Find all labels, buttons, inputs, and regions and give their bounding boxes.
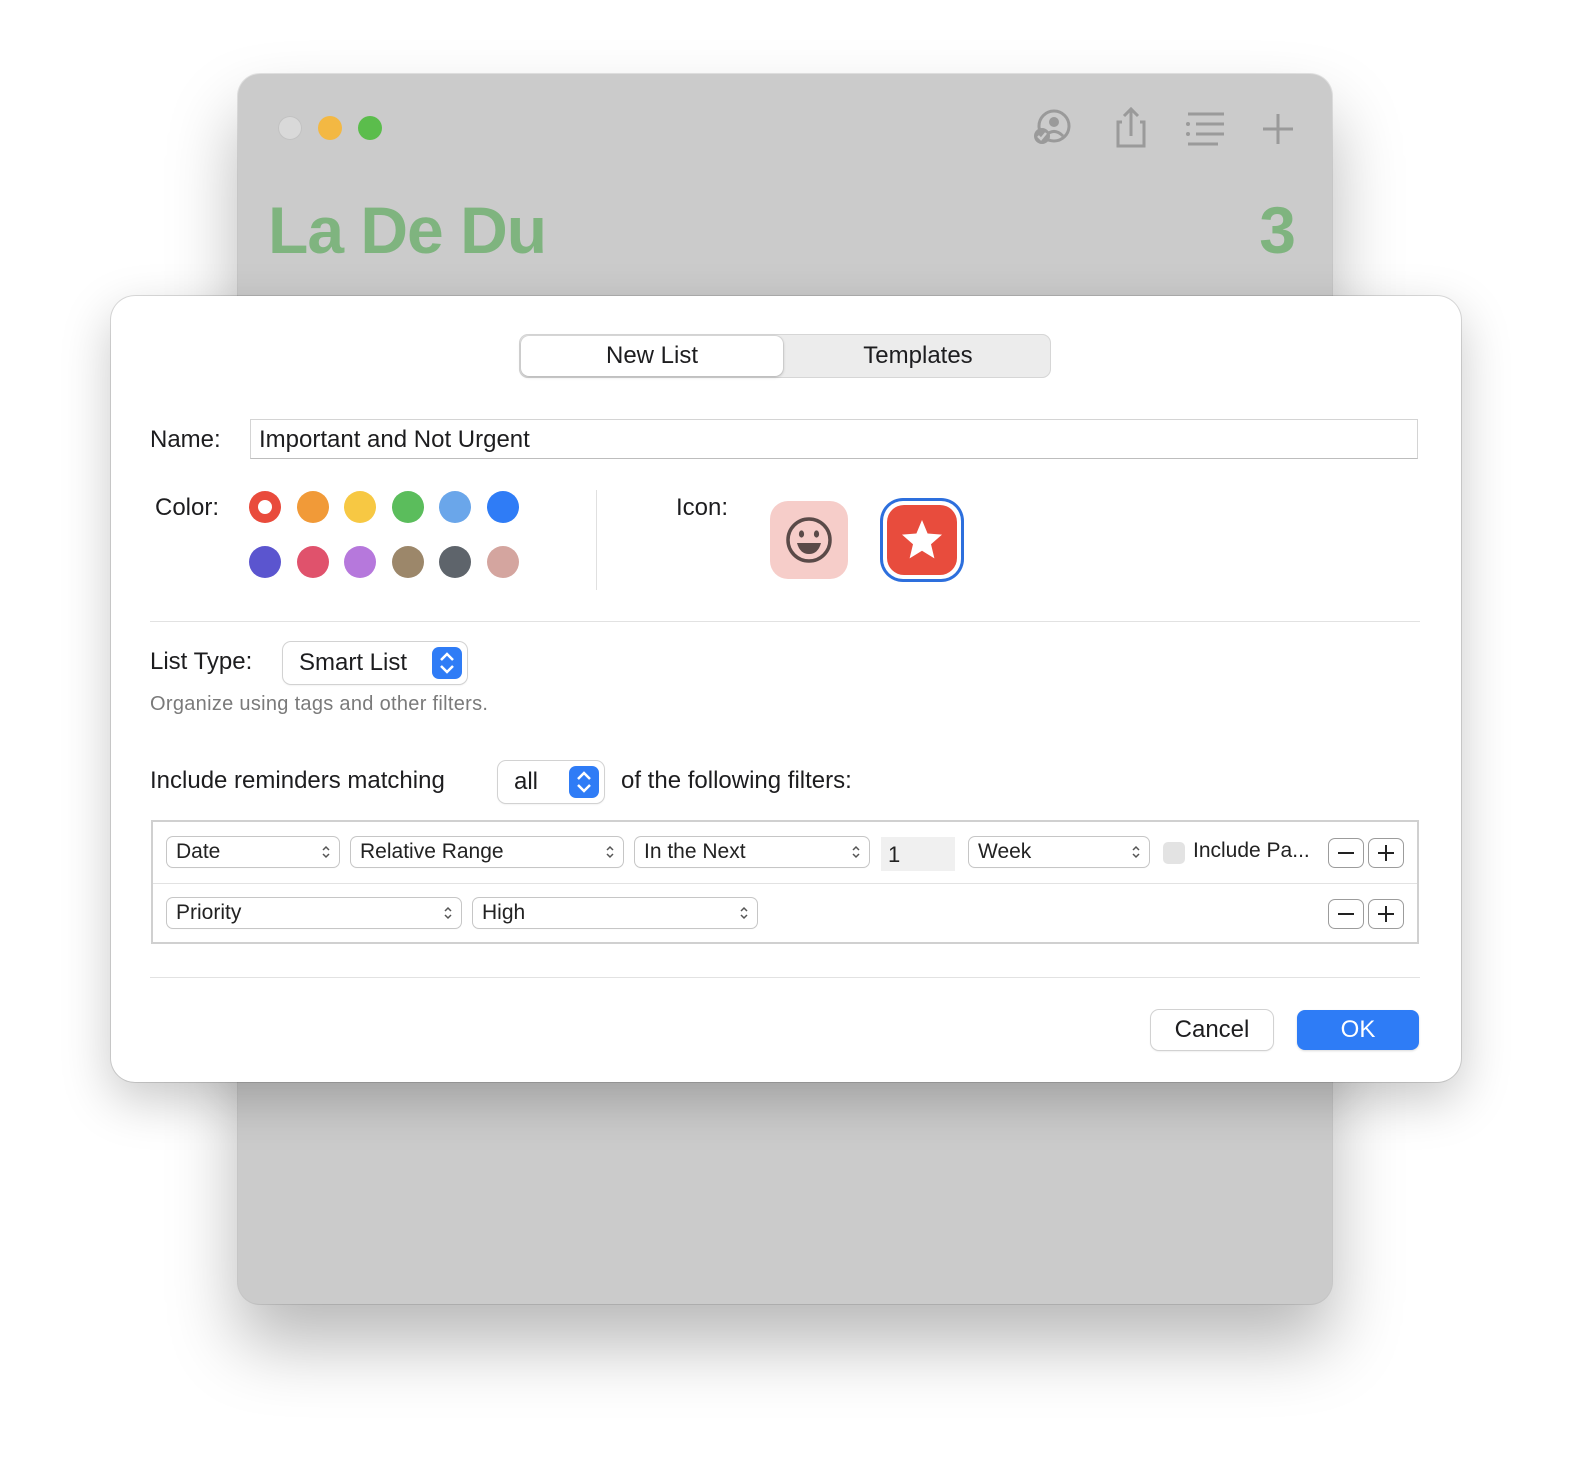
filter-relation-popup[interactable]: In the Next — [635, 837, 869, 867]
filter-value-text: High — [482, 901, 526, 924]
divider-bottom — [150, 977, 1420, 978]
filter-field-popup[interactable]: Priority — [167, 898, 461, 928]
filter-value-popup[interactable]: High — [473, 898, 757, 928]
plus-icon — [1378, 906, 1394, 922]
name-label: Name: — [150, 426, 221, 453]
remove-filter-button[interactable] — [1329, 900, 1363, 928]
color-swatch[interactable] — [249, 491, 281, 523]
match-prefix-label: Include reminders matching — [150, 767, 445, 794]
minus-icon — [1338, 852, 1354, 854]
color-label: Color: — [155, 494, 220, 521]
match-value: all — [514, 768, 539, 795]
list-type-popup[interactable]: Smart List — [283, 642, 467, 684]
chevron-updown-icon — [740, 906, 748, 920]
minus-icon — [1338, 913, 1354, 915]
icon-option-smiley[interactable] — [770, 501, 848, 579]
filter-row-date: Date Relative Range In the Next 1 Week I… — [153, 822, 1417, 883]
filters-box: Date Relative Range In the Next 1 Week I… — [151, 820, 1419, 944]
color-swatch[interactable] — [391, 546, 424, 578]
minimize-window-button[interactable] — [318, 116, 342, 140]
match-suffix-label: of the following filters: — [621, 767, 852, 794]
include-past-label: Include Pa... — [1193, 839, 1310, 862]
color-swatch[interactable] — [439, 546, 471, 578]
chevron-updown-icon — [1132, 845, 1140, 859]
up-down-chevron-icon — [577, 771, 591, 793]
filter-field-value: Date — [176, 840, 221, 863]
list-view-icon[interactable] — [1182, 104, 1230, 152]
color-swatch[interactable] — [486, 546, 519, 578]
filter-operator-popup[interactable]: Relative Range — [351, 837, 623, 867]
chevron-updown-icon — [606, 845, 614, 859]
filter-relation-value: In the Next — [644, 840, 746, 863]
color-swatch[interactable] — [344, 491, 376, 523]
remove-filter-button[interactable] — [1329, 839, 1363, 867]
color-swatch[interactable] — [391, 491, 424, 523]
match-stepper — [569, 766, 599, 798]
filter-operator-value: Relative Range — [360, 840, 504, 863]
color-swatch[interactable] — [439, 491, 471, 523]
chevron-updown-icon — [444, 906, 452, 920]
icon-option-star[interactable] — [883, 501, 961, 579]
divider-top — [150, 621, 1420, 622]
plus-icon — [1378, 845, 1394, 861]
color-swatch[interactable] — [249, 546, 281, 578]
shared-with-icon[interactable] — [1028, 104, 1076, 152]
filter-unit-popup[interactable]: Week — [969, 837, 1149, 867]
add-icon[interactable] — [1254, 104, 1302, 152]
color-swatch[interactable] — [486, 491, 519, 523]
add-filter-button[interactable] — [1369, 900, 1403, 928]
maximize-window-button[interactable] — [358, 116, 382, 140]
filter-amount-input[interactable]: 1 — [881, 837, 955, 871]
list-type-label: List Type: — [150, 648, 253, 675]
include-past-checkbox[interactable] — [1163, 842, 1185, 864]
list-title: La De Du — [268, 193, 547, 267]
list-type-stepper — [432, 647, 462, 679]
ok-button[interactable]: OK — [1297, 1010, 1419, 1050]
filter-field-popup[interactable]: Date — [167, 837, 339, 867]
filter-unit-value: Week — [978, 840, 1032, 863]
tab-templates[interactable]: Templates — [787, 336, 1049, 376]
chevron-updown-icon — [852, 845, 860, 859]
tab-bar: New List Templates — [519, 334, 1051, 378]
add-filter-button[interactable] — [1369, 839, 1403, 867]
color-swatch[interactable] — [296, 491, 329, 523]
name-input[interactable]: Important and Not Urgent — [250, 419, 1418, 459]
up-down-chevron-icon — [440, 652, 454, 674]
icon-option-star-tile — [887, 505, 957, 575]
share-icon[interactable] — [1106, 104, 1154, 152]
icon-label: Icon: — [676, 494, 729, 521]
filter-row-priority: Priority High — [153, 884, 1417, 945]
tab-new-list[interactable]: New List — [521, 336, 783, 376]
list-type-value: Smart List — [299, 649, 408, 676]
close-window-button[interactable] — [278, 116, 302, 140]
color-swatch[interactable] — [296, 546, 329, 578]
star-icon — [902, 520, 942, 559]
list-type-description: Organize using tags and other filters. — [150, 693, 489, 715]
filter-field-value: Priority — [176, 901, 242, 924]
list-count: 3 — [1259, 193, 1296, 267]
section-divider — [596, 490, 597, 590]
smiley-icon — [786, 517, 832, 563]
match-popup[interactable]: all — [498, 761, 604, 803]
chevron-updown-icon — [322, 845, 330, 859]
cancel-button[interactable]: Cancel — [1151, 1010, 1273, 1050]
new-list-dialog: New List Templates Name: Important and N… — [111, 296, 1461, 1082]
color-swatch[interactable] — [344, 546, 376, 578]
